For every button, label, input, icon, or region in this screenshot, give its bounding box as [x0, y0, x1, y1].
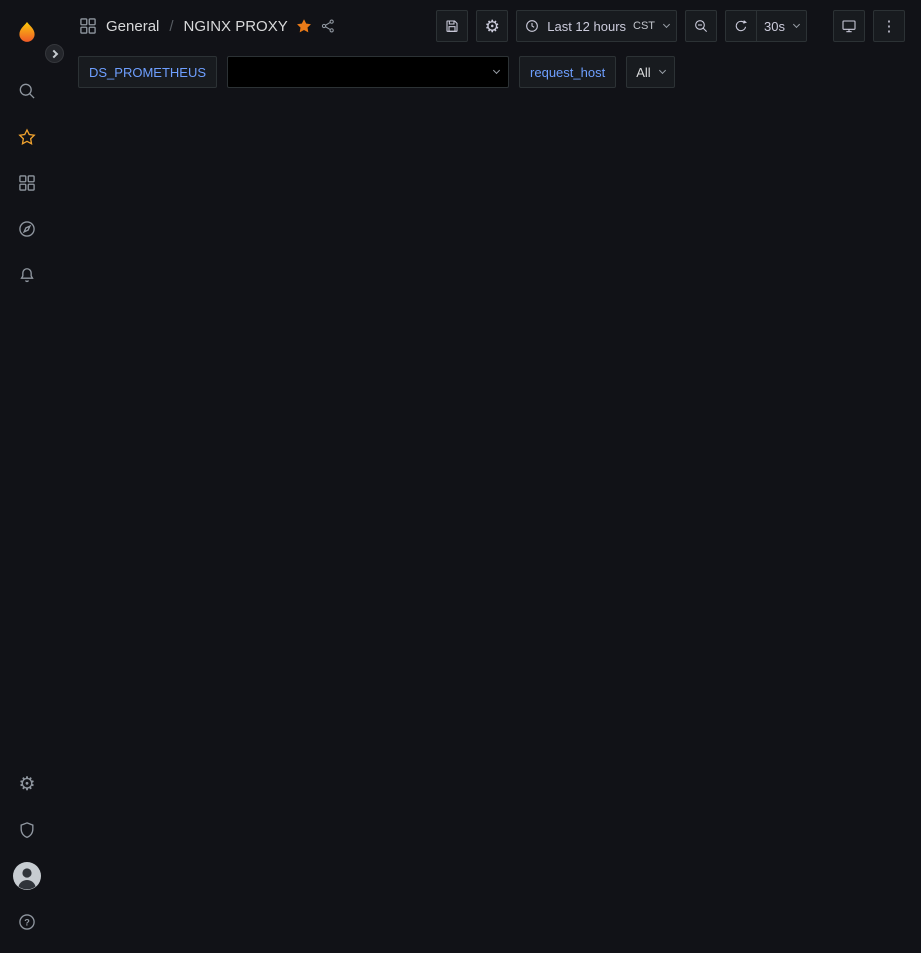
sidebar-item-server-admin[interactable]	[0, 807, 54, 853]
dashboard-settings-button[interactable]: ⚙	[476, 10, 508, 42]
time-range-picker[interactable]: Last 12 hours CST	[516, 10, 677, 42]
refresh-icon	[733, 18, 749, 34]
monitor-icon	[841, 18, 857, 34]
share-icon[interactable]	[320, 18, 336, 34]
dashboard-title: NGINX PROXY	[184, 18, 288, 35]
sidebar-item-help[interactable]: ?	[0, 899, 54, 945]
kiosk-mode-button[interactable]	[833, 10, 865, 42]
sidebar-item-explore[interactable]	[0, 206, 54, 252]
top-navbar: General / NGINX PROXY ⚙	[54, 0, 921, 52]
svg-text:?: ?	[24, 917, 30, 927]
main-area: General / NGINX PROXY ⚙	[54, 0, 921, 953]
more-options-button[interactable]: ⋮	[873, 10, 905, 42]
help-icon: ?	[17, 912, 37, 932]
search-icon	[17, 81, 37, 101]
dashboards-grid-icon	[17, 173, 37, 193]
datasource-select[interactable]	[227, 56, 509, 88]
sidebar-item-alerting[interactable]	[0, 252, 54, 298]
sidebar-item-configuration[interactable]: ⚙	[0, 761, 54, 807]
request-host-select[interactable]: All	[626, 56, 674, 88]
save-dashboard-button[interactable]	[436, 10, 468, 42]
avatar	[12, 861, 42, 891]
gear-icon: ⚙	[18, 775, 35, 794]
chevron-down-icon	[493, 67, 500, 74]
sidebar-expand-button[interactable]	[45, 44, 64, 63]
compass-icon	[17, 219, 37, 239]
grafana-app: ⚙ ?	[0, 0, 921, 953]
sidebar-item-search[interactable]	[0, 68, 54, 114]
sidebar: ⚙ ?	[0, 0, 54, 953]
zoom-out-icon	[693, 18, 709, 34]
dashboard-canvas: 1xx - 3xx - 2xx Status Code ............…	[54, 92, 84, 100]
refresh-button[interactable]	[725, 10, 757, 42]
request-host-value: All	[636, 65, 650, 80]
star-icon	[17, 127, 37, 147]
refresh-button-group: 30s	[725, 10, 807, 42]
toolbar: ⚙ Last 12 hours CST	[436, 10, 905, 42]
chevron-down-icon	[663, 21, 670, 28]
grafana-flame-icon	[14, 20, 40, 46]
favorite-star-icon[interactable]	[296, 18, 312, 34]
timezone-label: CST	[633, 20, 655, 32]
request-host-variable-label: request_host	[519, 56, 616, 88]
refresh-interval-label: 30s	[764, 19, 785, 34]
sidebar-bottom-group: ⚙ ?	[0, 761, 54, 945]
time-range-label: Last 12 hours	[547, 19, 626, 34]
zoom-out-time-button[interactable]	[685, 10, 717, 42]
datasource-variable-label: DS_PROMETHEUS	[78, 56, 217, 88]
shield-icon	[17, 820, 37, 840]
chevron-down-icon	[659, 67, 666, 74]
save-icon	[444, 18, 460, 34]
sidebar-item-profile[interactable]	[0, 853, 54, 899]
breadcrumb-separator: /	[169, 18, 173, 35]
kebab-icon: ⋮	[882, 19, 897, 34]
clock-icon	[524, 18, 540, 34]
chevron-right-icon	[49, 49, 57, 57]
apps-grid-icon	[78, 16, 98, 36]
sidebar-item-dashboards[interactable]	[0, 160, 54, 206]
bell-icon	[17, 265, 37, 285]
refresh-interval-dropdown[interactable]: 30s	[756, 10, 807, 42]
breadcrumb-folder[interactable]: General	[106, 18, 159, 35]
variables-bar: DS_PROMETHEUS request_host All	[54, 52, 921, 92]
sidebar-item-starred[interactable]	[0, 114, 54, 160]
gear-icon: ⚙	[485, 18, 500, 35]
chevron-down-icon	[793, 21, 800, 28]
